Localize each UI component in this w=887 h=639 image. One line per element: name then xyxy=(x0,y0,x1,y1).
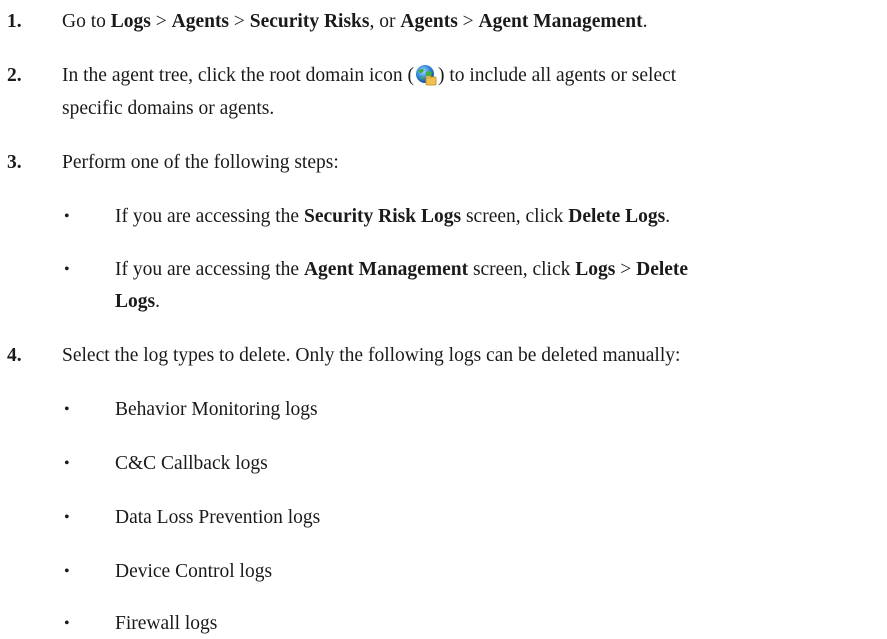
text-segment: . xyxy=(665,206,671,227)
step-3-option-1: If you are accessing the Security Risk L… xyxy=(115,205,670,229)
log-type-list-item: Firewall logs xyxy=(115,613,218,634)
step-number: 2. xyxy=(7,65,22,86)
bullet-marker: • xyxy=(64,563,70,580)
menu-path-logs: Logs xyxy=(575,259,616,280)
bullet-marker: • xyxy=(64,615,70,632)
screen-name-agent-management: Agent Management xyxy=(303,259,469,280)
button-name-delete-logs: Delete Logs xyxy=(568,206,666,227)
text-segment: , or xyxy=(369,11,401,32)
menu-path-agents: Agents xyxy=(171,11,230,32)
text-segment: In the agent tree, click the root domain… xyxy=(62,65,414,86)
step-number: 1. xyxy=(7,11,22,32)
bullet-marker: • xyxy=(64,509,70,526)
text-segment: Go to xyxy=(62,11,111,32)
step-3-option-2-line-2: Logs. xyxy=(115,290,160,314)
text-segment: If you are accessing the xyxy=(115,259,304,280)
log-type-list-item: Device Control logs xyxy=(115,561,273,582)
text-segment: ) to include all agents or select xyxy=(437,65,677,86)
menu-path-agent-management: Agent Management xyxy=(478,11,643,32)
bullet-marker: • xyxy=(64,455,70,472)
text-segment: screen, click xyxy=(468,259,576,280)
bullet-marker: • xyxy=(64,261,70,278)
step-number: 3. xyxy=(7,152,22,173)
text-segment: . xyxy=(155,291,160,312)
bullet-marker: • xyxy=(64,208,70,225)
text-segment: If you are accessing the xyxy=(115,206,304,227)
root-domain-globe-icon xyxy=(415,64,437,86)
text-segment: . xyxy=(642,11,648,32)
step-4-text: Select the log types to delete. Only the… xyxy=(62,345,681,366)
menu-path-logs: Logs xyxy=(110,11,151,32)
log-type-list-item: Data Loss Prevention logs xyxy=(115,507,321,528)
menu-path-agents: Agents xyxy=(400,11,458,32)
screen-name-security-risk-logs: Security Risk Logs xyxy=(303,206,462,227)
menu-path-security-risks: Security Risks xyxy=(249,11,370,32)
text-segment: screen, click xyxy=(461,206,569,227)
bullet-marker: • xyxy=(64,401,70,418)
step-number: 4. xyxy=(7,345,22,366)
step-2-line-2: specific domains or agents. xyxy=(62,98,275,119)
log-type-list-item: Behavior Monitoring logs xyxy=(115,399,318,420)
log-type-list-item: C&C Callback logs xyxy=(115,453,268,474)
step-3-option-2-line-1: If you are accessing the Agent Managemen… xyxy=(115,258,688,282)
step-3-text: Perform one of the following steps: xyxy=(62,152,339,173)
menu-path-delete: Delete xyxy=(636,259,689,280)
text-segment: > xyxy=(150,11,172,32)
step-1-text: Go to Logs > Agents > Security Risks, or… xyxy=(62,10,648,34)
text-segment: > xyxy=(229,11,250,32)
step-2-line-1: In the agent tree, click the root domain… xyxy=(62,64,676,88)
menu-path-logs: Logs xyxy=(115,291,156,312)
text-segment: > xyxy=(457,11,479,32)
text-segment: > xyxy=(615,259,637,280)
